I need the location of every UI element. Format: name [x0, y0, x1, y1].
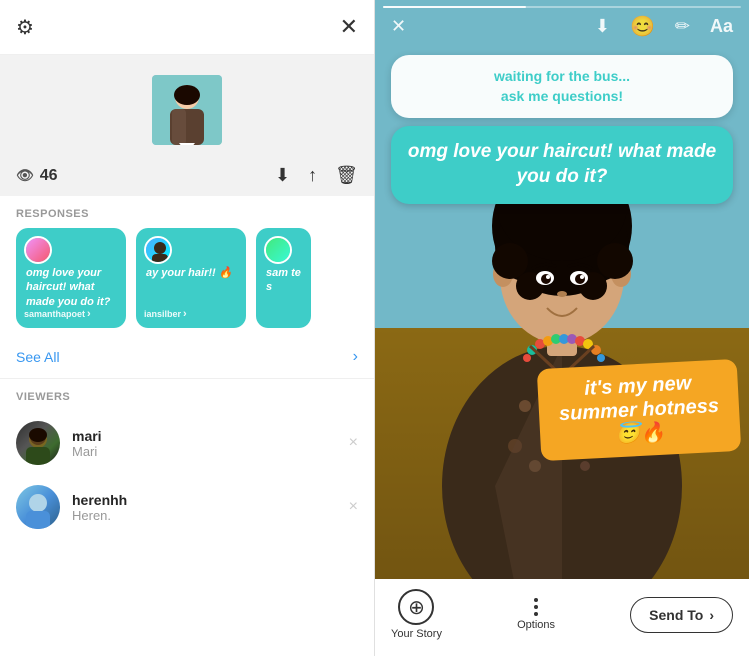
viewer-info: mari Mari	[72, 428, 349, 459]
story-thumb-area	[0, 55, 374, 155]
story-thumb-image	[152, 75, 222, 145]
avatar	[24, 236, 52, 264]
responses-label: RESPONSES	[0, 196, 374, 228]
question-sticker[interactable]: waiting for the bus...ask me questions! …	[391, 55, 733, 204]
viewer-name: herenhh	[72, 492, 349, 508]
viewer-handle: Mari	[72, 444, 349, 459]
avatar-image	[266, 238, 290, 262]
options-icon[interactable]	[534, 598, 538, 616]
send-to-label: Send To	[649, 607, 703, 623]
your-story-label: Your Story	[391, 628, 442, 640]
response-text: sam te s	[266, 266, 301, 295]
left-panel: ⚙ ✕ 👁 46 ⬇ ↑ 🗑	[0, 0, 375, 656]
avatar-image	[26, 238, 50, 262]
viewer-avatar-svg	[16, 421, 60, 465]
response-username: samanthapoet	[24, 308, 91, 320]
thumbnail-preview	[152, 75, 222, 145]
viewer-info: herenhh Heren.	[72, 492, 349, 523]
options-label: Options	[517, 619, 555, 631]
right-panel: ✕ ⬇ 😊 ✏ Aa waiting for the bus...ask me …	[375, 0, 749, 656]
response-text: ay your hair!! 🔥	[146, 266, 236, 280]
story-text-icon[interactable]: Aa	[710, 16, 733, 37]
view-count: 👁 46	[16, 167, 58, 185]
story-draw-icon[interactable]: ✏	[675, 16, 690, 37]
viewer-close-icon[interactable]: ×	[349, 434, 358, 452]
gear-icon[interactable]: ⚙	[16, 15, 34, 40]
viewer-avatar-svg	[16, 485, 60, 529]
see-all-row[interactable]: See All ›	[0, 340, 374, 379]
send-chevron-icon: ›	[709, 607, 714, 623]
response-card[interactable]: omg love your haircut! what made you do …	[16, 228, 126, 328]
your-story-action[interactable]: ⊕ Your Story	[391, 589, 442, 640]
response-bubble-text: omg love your haircut! what made you do …	[407, 140, 717, 189]
avatar-image	[146, 238, 170, 262]
add-story-icon[interactable]: ⊕	[398, 589, 434, 625]
response-text: omg love your haircut! what made you do …	[26, 266, 116, 309]
viewer-item: mari Mari ×	[0, 411, 374, 475]
viewers-section: mari Mari × herenhh Heren. ×	[0, 411, 374, 656]
viewer-avatar-image	[16, 421, 60, 465]
viewer-avatar-image	[16, 485, 60, 529]
question-bubble: waiting for the bus...ask me questions!	[391, 55, 733, 118]
story-thumbnail[interactable]	[152, 75, 222, 145]
dot	[534, 612, 538, 616]
story-progress	[383, 6, 741, 8]
viewer-avatar	[16, 421, 60, 465]
left-header: ⚙ ✕	[0, 0, 374, 55]
bottom-sticker[interactable]: it's my new summer hotness 😇🔥	[537, 359, 742, 461]
send-to-button[interactable]: Send To ›	[630, 597, 733, 633]
stats-actions: ⬇ ↑ 🗑	[275, 165, 358, 186]
responses-row: omg love your haircut! what made you do …	[0, 228, 374, 340]
see-all-chevron: ›	[353, 348, 358, 366]
viewer-item: herenhh Heren. ×	[0, 475, 374, 539]
dot	[534, 605, 538, 609]
download-icon[interactable]: ⬇	[275, 165, 290, 186]
eye-icon: 👁	[16, 167, 34, 184]
story-sticker-icon[interactable]: 😊	[630, 14, 655, 39]
delete-icon[interactable]: 🗑	[335, 165, 358, 186]
avatar	[144, 236, 172, 264]
viewers-label: VIEWERS	[0, 379, 374, 411]
story-close-icon[interactable]: ✕	[391, 16, 406, 37]
question-bubble-text: waiting for the bus...ask me questions!	[407, 67, 717, 106]
story-progress-fill	[383, 6, 526, 8]
see-all-text: See All	[16, 349, 60, 365]
viewer-handle: Heren.	[72, 508, 349, 523]
avatar	[264, 236, 292, 264]
story-top-right: ⬇ 😊 ✏ Aa	[595, 14, 733, 39]
avatar-svg	[146, 238, 172, 264]
bottom-sticker-text: it's my new summer hotness 😇🔥	[551, 370, 727, 451]
viewer-close-icon[interactable]: ×	[349, 498, 358, 516]
response-bubble: omg love your haircut! what made you do …	[391, 126, 733, 203]
viewer-name: mari	[72, 428, 349, 444]
thumbnail-pointer	[179, 143, 195, 145]
response-card[interactable]: ay your hair!! 🔥 iansilber	[136, 228, 246, 328]
close-icon[interactable]: ✕	[340, 14, 358, 40]
response-username: iansilber	[144, 308, 187, 320]
story-download-icon[interactable]: ⬇	[595, 16, 610, 37]
story-bottom-bar: ⊕ Your Story Options Send To ›	[375, 579, 749, 656]
share-icon[interactable]: ↑	[308, 165, 317, 186]
dot	[534, 598, 538, 602]
response-card-partial[interactable]: sam te s	[256, 228, 311, 328]
stats-row: 👁 46 ⬇ ↑ 🗑	[0, 155, 374, 196]
options-action[interactable]: Options	[517, 598, 555, 631]
viewer-avatar	[16, 485, 60, 529]
view-number: 46	[40, 167, 58, 185]
